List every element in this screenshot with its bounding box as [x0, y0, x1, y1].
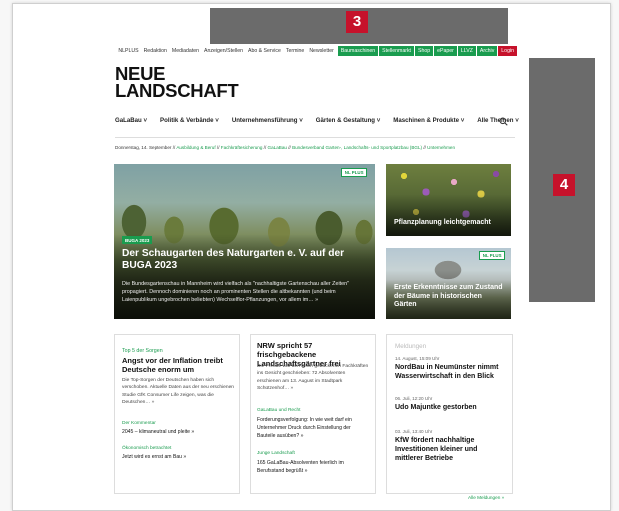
news-headline[interactable]: KfW fördert nachhaltige Investitionen kl… [395, 437, 507, 463]
separator: // [288, 145, 291, 150]
topnav-link-newsletter[interactable]: Newsletter [309, 48, 334, 54]
article-kicker: Top 5 der Sorgen [122, 348, 163, 354]
topnav-link-shop[interactable]: Shop [415, 46, 434, 56]
search-icon[interactable] [499, 117, 508, 126]
top-utility-nav: NLPLUS Redaktion Mediadaten Anzeigen/Ste… [113, 46, 517, 56]
topic-link[interactable]: Fachkräftesicherung [221, 145, 263, 150]
topnav-link-nlplus[interactable]: NLPLUS [118, 48, 138, 54]
article-link[interactable]: Forderungsverfolgung: In wie weit darf e… [257, 416, 369, 440]
nav-divider [115, 137, 515, 138]
news-ticker: Meldungen 14. August, 15:09 Uhr NordBau … [386, 334, 513, 494]
chevron-down-icon: ˅ [376, 117, 381, 124]
separator: // [216, 145, 220, 150]
card-overlay [386, 194, 511, 236]
chevron-down-icon: ˅ [299, 117, 303, 124]
chevron-down-icon: ˅ [515, 117, 519, 124]
current-date: Donnerstag, 14. September [115, 145, 172, 150]
topic-link[interactable]: GaLaBau [268, 145, 287, 150]
topnav-link-archiv[interactable]: Archiv [476, 46, 498, 56]
nav-label: Politik & Verbände [160, 117, 214, 124]
topnav-link-termine[interactable]: Termine [286, 48, 304, 54]
side-article-card[interactable]: Pflanzplanung leichtgemacht [386, 164, 511, 236]
news-timestamp: 03. Juli, 13:40 Uhr [395, 429, 433, 434]
hero-teaser: Die Bundesgartenschau in Mannheim wird v… [122, 281, 350, 303]
ad-number-badge: 4 [553, 174, 575, 196]
hero-tag: BUGA 2023 [122, 236, 153, 245]
article-link[interactable]: Jetzt wird es ernst am Bau » [122, 454, 186, 460]
nav-item-politik[interactable]: Politik & Verbände ˅ [160, 117, 219, 124]
top-ad-banner[interactable]: 3 [210, 8, 508, 44]
topnav-link-abo[interactable]: Abo & Service [248, 48, 281, 54]
logo-line-2: LANDSCHAFT [115, 79, 239, 101]
article-link[interactable]: 2045 – klimaneutral und pleite » [122, 429, 194, 435]
article-teaser: Die Freude war den frisch gebackenen Fac… [257, 364, 369, 392]
nav-item-galabau[interactable]: GaLaBau ˅ [115, 117, 147, 124]
ticker-heading: Meldungen [395, 343, 427, 350]
nav-label: Alle Themen [477, 117, 514, 124]
nl-plus-badge: NL PLUS [479, 251, 505, 261]
topic-link[interactable]: Ausbildung & Beruf [176, 145, 215, 150]
all-news-link[interactable]: Alle Meldungen » [468, 495, 504, 500]
chevron-down-icon: ˅ [143, 117, 148, 124]
link-kicker: Ökonomisch betrachtet [122, 446, 172, 451]
topnav-link-epaper[interactable]: ePaper [434, 46, 457, 56]
chevron-down-icon: ˅ [460, 117, 465, 124]
hero-title[interactable]: Der Schaugarten des Naturgarten e. V. au… [122, 248, 367, 272]
topnav-link-baumaschinen[interactable]: Baumaschinen [337, 46, 379, 56]
link-kicker: Der Kommentar [122, 421, 156, 426]
teaser-column-1: Top 5 der Sorgen Angst vor der Inflation… [114, 334, 240, 494]
topic-breadcrumb: Donnerstag, 14. September // Ausbildung … [115, 145, 455, 150]
article-teaser: Die Top-Sorgen der Deutschen haben sich … [122, 378, 235, 406]
topnav-link-mediadaten[interactable]: Mediadaten [172, 48, 199, 54]
hero-overlay [114, 234, 375, 319]
news-headline[interactable]: NordBau in Neumünster nimmt Wasserwirtsc… [395, 364, 507, 382]
nl-plus-badge: NL PLUS [341, 168, 367, 178]
topnav-link-stellenmarkt[interactable]: Stellenmarkt [379, 46, 414, 56]
separator: // [172, 145, 176, 150]
topnav-link-redaktion[interactable]: Redaktion [144, 48, 167, 54]
topic-link[interactable]: Unternehmen [427, 145, 455, 150]
nav-label: GaLaBau [115, 117, 142, 124]
side-article-title[interactable]: Erste Erkenntnisse zum Zustand der Bäume… [394, 284, 506, 310]
link-kicker: GaLaBau und Recht [257, 408, 301, 413]
nav-label: Gärten & Gestaltung [315, 117, 376, 124]
separator: // [423, 145, 426, 150]
nav-label: Maschinen & Produkte [393, 117, 459, 124]
site-logo[interactable]: NEUE LANDSCHAFT [115, 65, 239, 101]
chevron-down-icon: ˅ [215, 117, 219, 124]
nav-item-gaerten[interactable]: Gärten & Gestaltung ˅ [316, 117, 381, 124]
teaser-column-2: NRW spricht 57 frischgebackene Landschaf… [250, 334, 376, 494]
separator: // [263, 145, 267, 150]
side-article-title[interactable]: Pflanzplanung leichtgemacht [394, 219, 506, 228]
ad-number-badge: 3 [346, 11, 368, 33]
topnav-link-anzeigen[interactable]: Anzeigen/Stellen [204, 48, 243, 54]
article-link[interactable]: 165 GaLaBau-Absolventen feierlich im Ber… [257, 459, 369, 475]
news-timestamp: 14. August, 15:09 Uhr [395, 356, 440, 361]
nav-label: Unternehmensführung [231, 117, 298, 124]
topnav-link-llvz[interactable]: LLVZ [457, 46, 476, 56]
nav-item-maschinen[interactable]: Maschinen & Produkte ˅ [393, 117, 464, 124]
news-timestamp: 06. Juli, 12:20 Uhr [395, 396, 433, 401]
hero-article[interactable]: NL PLUS BUGA 2023 Der Schaugarten des Na… [114, 164, 375, 319]
side-ad-banner[interactable]: 4 [529, 58, 595, 302]
article-headline[interactable]: Angst vor der Inflation treibt Deutsche … [122, 356, 234, 374]
link-kicker: Junge Landschaft [257, 451, 295, 456]
topic-link[interactable]: Bundesverband Garten-, Landschafts- und … [292, 145, 422, 150]
nav-item-unternehmensfuehrung[interactable]: Unternehmensführung ˅ [232, 117, 303, 124]
main-nav: GaLaBau ˅ Politik & Verbände ˅ Unternehm… [115, 117, 519, 124]
login-button[interactable]: Login [498, 46, 517, 56]
side-article-card[interactable]: NL PLUS Erste Erkenntnisse zum Zustand d… [386, 248, 511, 319]
news-headline[interactable]: Udo Majuntke gestorben [395, 404, 507, 413]
